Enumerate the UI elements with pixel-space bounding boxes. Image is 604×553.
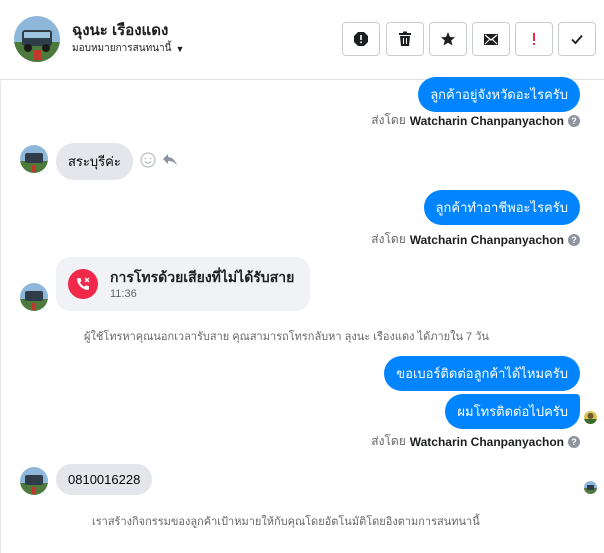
reply-icon[interactable]	[162, 153, 178, 167]
mark-unread-icon	[484, 34, 498, 45]
help-icon[interactable]: ?	[568, 233, 580, 246]
smiley-icon[interactable]	[140, 152, 156, 168]
mark-unread-button[interactable]	[472, 22, 510, 56]
contact-avatar-small[interactable]	[20, 145, 48, 173]
missed-call-icon	[68, 269, 98, 299]
missed-call-notice: ผู้ใช้โทรหาคุณนอกเวลารับสาย คุณสามารถโทร…	[84, 331, 489, 343]
missed-call-title: การโทรด้วยเสียงที่ไม่ได้รับสาย	[110, 269, 295, 285]
contact-avatar-small[interactable]	[20, 283, 48, 311]
report-button[interactable]	[342, 22, 380, 56]
star-button[interactable]	[429, 22, 467, 56]
agent-name[interactable]: Watcharin Chanpanyachon	[410, 435, 564, 449]
help-icon[interactable]: ?	[568, 435, 580, 448]
help-icon[interactable]: ?	[568, 114, 580, 127]
outgoing-message[interactable]: ขอเบอร์ติดต่อลูกค้าได้ไหมครับ	[384, 356, 580, 391]
sent-by-prefix: ส่งโดย	[371, 232, 406, 246]
activity-notice: เราสร้างกิจกรรมของลูกค้าเป้าหมายให้กับคุ…	[92, 516, 480, 528]
seen-avatar	[584, 481, 597, 494]
star-icon	[441, 32, 455, 46]
sent-by-prefix: ส่งโดย	[371, 113, 406, 127]
trash-icon	[399, 31, 411, 46]
agent-name[interactable]: Watcharin Chanpanyachon	[410, 114, 564, 128]
sent-by-label: ส่งโดย Watcharin Chanpanyachon ?	[371, 432, 580, 451]
delete-button[interactable]	[386, 22, 424, 56]
outgoing-message[interactable]: ลูกค้าทำอาชีพอะไรครับ	[423, 190, 580, 225]
outgoing-message[interactable]: ผมโทรติดต่อไปครับ	[445, 394, 580, 429]
important-button[interactable]	[515, 22, 553, 56]
scroll-track[interactable]	[0, 81, 1, 553]
sent-by-prefix: ส่งโดย	[371, 434, 406, 448]
incoming-message[interactable]: สระบุรีค่ะ	[56, 143, 133, 180]
outgoing-message[interactable]: ลูกค้าอยู่จังหวัดอะไรครับ	[418, 77, 580, 112]
assign-conversation-dropdown[interactable]: มอบหมายการสนทนานี้ ▼	[72, 41, 184, 56]
contact-name: ฉุงนะ เรืองแดง	[72, 22, 169, 39]
assign-label: มอบหมายการสนทนานี้	[72, 43, 172, 54]
mark-done-button[interactable]	[558, 22, 596, 56]
agent-name[interactable]: Watcharin Chanpanyachon	[410, 233, 564, 247]
conversation-header: ฉุงนะ เรืองแดง มอบหมายการสนทนานี้ ▼	[0, 0, 604, 80]
incoming-message[interactable]: 0810016228	[56, 464, 153, 495]
done-icon	[571, 34, 583, 45]
report-icon	[354, 32, 368, 46]
important-icon	[533, 33, 535, 45]
chevron-down-icon: ▼	[175, 43, 185, 54]
sent-by-label: ส่งโดย Watcharin Chanpanyachon ?	[371, 111, 580, 130]
contact-avatar-small[interactable]	[20, 467, 48, 495]
sent-by-label: ส่งโดย Watcharin Chanpanyachon ?	[371, 230, 580, 249]
missed-call-time: 11:36	[110, 288, 137, 300]
missed-call-card[interactable]: การโทรด้วยเสียงที่ไม่ได้รับสาย 11:36	[56, 257, 310, 311]
contact-avatar[interactable]	[14, 16, 60, 62]
message-actions	[140, 152, 178, 168]
seen-avatar	[584, 411, 597, 424]
